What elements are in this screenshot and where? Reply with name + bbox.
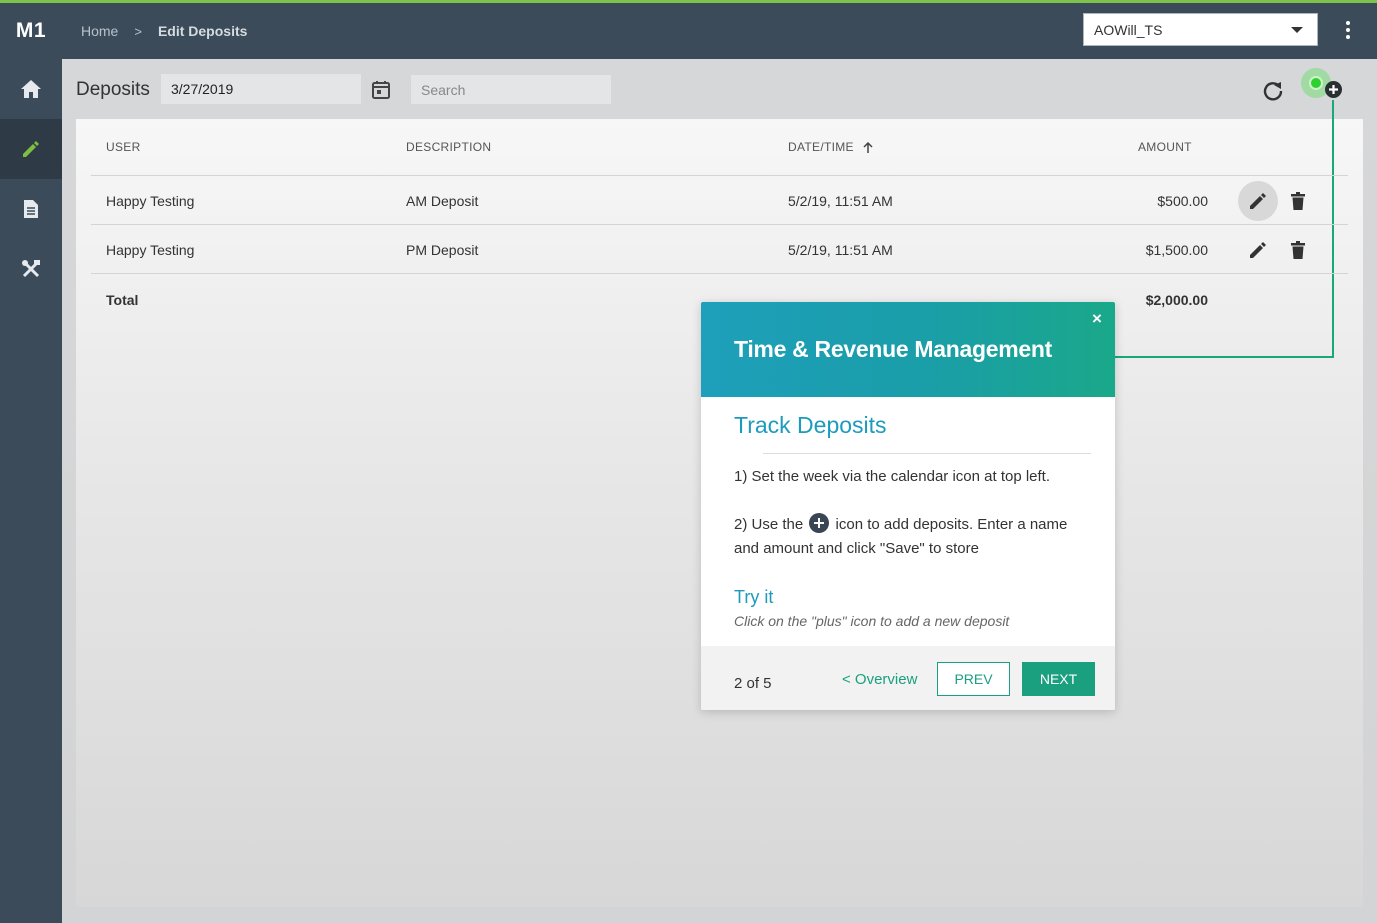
breadcrumb-current: Edit Deposits	[157, 23, 248, 39]
sidebar-item-edit[interactable]	[0, 119, 62, 179]
total-label: Total	[106, 292, 139, 308]
plus-circle-icon	[1325, 81, 1342, 98]
tour-progress: 2 of 5	[734, 675, 772, 692]
kebab-dot-icon	[1346, 28, 1350, 32]
breadcrumb: Home > Edit Deposits	[81, 3, 247, 59]
column-header-user[interactable]: USER	[106, 140, 141, 154]
cell-datetime: 5/2/19, 11:51 AM	[788, 193, 893, 209]
tour-title: Time & Revenue Management	[734, 336, 1053, 362]
sidebar	[0, 59, 62, 923]
row-divider	[91, 175, 1348, 176]
refresh-icon	[1263, 82, 1283, 101]
calendar-button[interactable]	[369, 78, 393, 102]
cell-description: AM Deposit	[406, 193, 479, 209]
column-header-datetime-label: DATE/TIME	[788, 140, 854, 154]
kebab-dot-icon	[1346, 21, 1350, 25]
cell-datetime: 5/2/19, 11:51 AM	[788, 242, 893, 258]
tour-step-2-text: 2) Use the icon to add deposits. Enter a…	[734, 513, 1084, 561]
cell-amount: $1,500.00	[1145, 242, 1208, 258]
refresh-button[interactable]	[1260, 78, 1286, 104]
edit-row-button[interactable]	[1238, 230, 1278, 270]
tools-icon	[22, 260, 40, 278]
sidebar-item-home[interactable]	[0, 59, 62, 119]
kebab-dot-icon	[1346, 35, 1350, 39]
more-menu-button[interactable]	[1338, 17, 1358, 43]
tour-step-1-text: 1) Set the week via the calendar icon at…	[734, 468, 1051, 485]
pencil-icon	[1250, 242, 1266, 258]
row-divider	[91, 273, 1348, 274]
tour-next-button[interactable]: NEXT	[1022, 662, 1095, 696]
tour-connector-line	[1332, 100, 1334, 358]
caret-down-icon	[1291, 27, 1303, 33]
delete-row-button[interactable]	[1278, 181, 1318, 221]
tour-overview-link[interactable]: < Overview	[842, 671, 917, 688]
edit-row-button[interactable]	[1238, 181, 1278, 221]
trash-icon	[1291, 241, 1305, 259]
tour-popover: Time & Revenue Management × Track Deposi…	[701, 302, 1115, 710]
tour-step-2-prefix: 2) Use the	[734, 516, 804, 533]
app-logo[interactable]: M1	[0, 3, 62, 59]
search-input[interactable]	[411, 75, 611, 104]
breadcrumb-home-link[interactable]: Home	[81, 23, 118, 39]
tour-header: Time & Revenue Management ×	[701, 302, 1115, 397]
tour-step-title: Track Deposits	[734, 412, 887, 438]
sidebar-item-tools[interactable]	[0, 239, 62, 299]
row-divider	[91, 224, 1348, 225]
cell-user: Happy Testing	[106, 193, 195, 209]
cell-description: PM Deposit	[406, 242, 479, 258]
cell-amount: $500.00	[1157, 193, 1208, 209]
sidebar-item-documents[interactable]	[0, 179, 62, 239]
tour-divider	[763, 453, 1091, 454]
column-header-datetime[interactable]: DATE/TIME	[788, 140, 873, 154]
trash-icon	[1291, 192, 1305, 210]
pencil-icon	[1250, 193, 1266, 209]
close-icon[interactable]: ×	[1089, 310, 1105, 327]
tour-try-title: Try it	[734, 587, 774, 607]
tour-highlight-dot	[1309, 76, 1323, 90]
tour-footer: 2 of 5 < Overview PREV NEXT	[701, 646, 1115, 710]
column-header-description[interactable]: DESCRIPTION	[406, 140, 491, 154]
plus-circle-icon	[809, 513, 830, 533]
document-icon	[24, 200, 38, 218]
home-icon	[21, 80, 41, 98]
date-input[interactable]	[161, 74, 361, 104]
tour-prev-button[interactable]: PREV	[937, 662, 1010, 696]
pencil-icon	[23, 141, 39, 157]
page-title: Deposits	[76, 79, 150, 100]
column-header-amount[interactable]: AMOUNT	[1138, 140, 1192, 154]
account-select[interactable]: AOWill_TS	[1083, 13, 1318, 46]
add-deposit-button[interactable]	[1324, 80, 1343, 99]
account-select-value: AOWill_TS	[1094, 21, 1163, 38]
sort-ascending-icon	[863, 142, 873, 153]
cell-user: Happy Testing	[106, 242, 195, 258]
app-header: M1 Home > Edit Deposits AOWill_TS	[0, 3, 1377, 59]
calendar-icon	[372, 81, 390, 99]
tour-try-hint: Click on the "plus" icon to add a new de…	[734, 613, 1010, 629]
breadcrumb-separator: >	[134, 23, 142, 39]
delete-row-button[interactable]	[1278, 230, 1318, 270]
tour-connector-line	[1114, 356, 1334, 358]
